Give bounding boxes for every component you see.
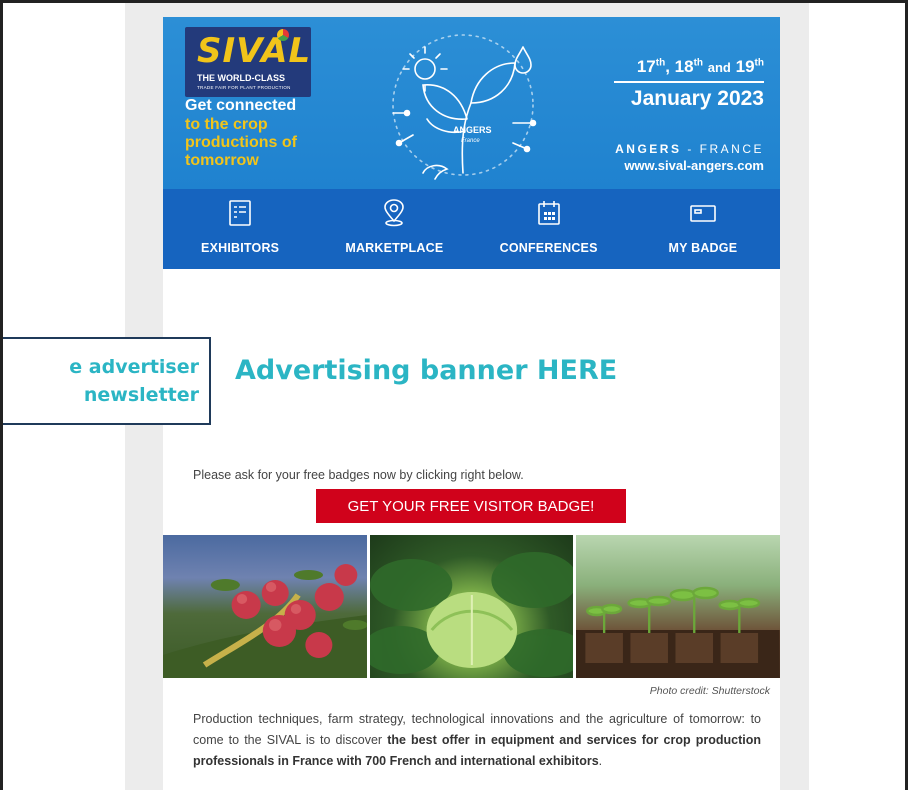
logo-subtitle: THE WORLD-CLASS (197, 73, 285, 83)
nav-label-my-badge: MY BADGE (668, 241, 738, 255)
day-3: 19 (735, 57, 755, 76)
advertising-banner-text: Advertising banner HERE (235, 355, 618, 386)
photo-credit: Photo credit: Shutterstock (649, 685, 770, 697)
seedlings-photo (576, 535, 781, 678)
nav-item-exhibitors[interactable]: EXHIBITORS (163, 189, 317, 269)
header-banner[interactable]: SIVAL THE WORLD-CLASS TRADE FAIR FOR PLA… (163, 17, 780, 189)
advertising-banner[interactable]: Advertising banner HERE (163, 307, 780, 447)
calendar-icon (537, 201, 560, 225)
dates-and: and (707, 60, 731, 75)
badge-intro-text: Please ask for your free badges now by c… (193, 468, 524, 482)
apples-drawing (163, 564, 367, 678)
location-line: ANGERS - FRANCE (615, 142, 764, 156)
event-days: 17th, 18th and 19th (636, 57, 764, 76)
plant-country-label: France (461, 138, 480, 144)
nav-label-conferences: CONFERENCES (499, 241, 598, 255)
nav-item-my-badge[interactable]: MY BADGE (626, 189, 780, 269)
website-link[interactable]: www.sival-angers.com (615, 158, 764, 173)
tagline-line2: to the crop productions of tomorrow (185, 116, 297, 169)
nav-bar: EXHIBITORS MARKETPLACE CONFERENCES MY BA… (163, 189, 780, 269)
advertiser-callout-text: e advertiser newsletter (69, 353, 199, 409)
seedlings-drawing (576, 586, 781, 678)
logo-dot-icon (277, 29, 289, 41)
event-dates: 17th, 18th and 19th January 2023 (614, 57, 764, 111)
email-content: SIVAL THE WORLD-CLASS TRADE FAIR FOR PLA… (163, 17, 781, 790)
tagline-line1: Get connected (185, 97, 297, 114)
callout-line2: newsletter (83, 384, 199, 406)
nav-label-exhibitors: EXHIBITORS (201, 241, 280, 255)
logo-wordmark: SIVAL (197, 31, 312, 71)
sival-logo[interactable]: SIVAL THE WORLD-CLASS TRADE FAIR FOR PLA… (185, 27, 311, 97)
screenshot-frame: SIVAL THE WORLD-CLASS TRADE FAIR FOR PLA… (0, 0, 908, 790)
logo-subtitle-small: TRADE FAIR FOR PLANT PRODUCTION (197, 85, 291, 90)
day-2-suffix: th (693, 57, 704, 69)
cabbage-photo (369, 535, 574, 678)
nav-label-marketplace: MARKETPLACE (345, 241, 444, 255)
body-paragraph: Production techniques, farm strategy, te… (193, 709, 761, 772)
plant-city-label: ANGERS (453, 125, 492, 135)
event-location: ANGERS - FRANCE www.sival-angers.com (615, 142, 764, 173)
location-city: ANGERS (615, 142, 682, 156)
plant-network-illustration: ANGERS France (392, 34, 537, 180)
nav-item-marketplace[interactable]: MARKETPLACE (317, 189, 471, 269)
day-1: 17 (636, 57, 656, 76)
map-pin-icon (384, 199, 405, 227)
day-3-suffix: th (754, 57, 764, 69)
cabbage-drawing (369, 552, 574, 677)
day-1-suffix: th (655, 57, 666, 69)
get-visitor-badge-button[interactable]: GET YOUR FREE VISITOR BADGE! (316, 489, 626, 523)
body-text-end: . (598, 754, 603, 768)
event-month: January 2023 (630, 87, 764, 110)
apples-photo (163, 535, 367, 678)
callout-line1: e advertiser (69, 356, 199, 378)
nav-item-conferences[interactable]: CONFERENCES (472, 189, 626, 269)
day-2: 18 (674, 57, 694, 76)
location-country: - FRANCE (687, 142, 764, 156)
advertiser-callout-box: e advertiser newsletter (3, 337, 211, 425)
badge-icon (690, 205, 716, 222)
dates-divider (614, 81, 764, 83)
list-icon (229, 200, 251, 226)
photo-strip (163, 535, 781, 678)
newsletter-email: SIVAL THE WORLD-CLASS TRADE FAIR FOR PLA… (125, 3, 809, 790)
